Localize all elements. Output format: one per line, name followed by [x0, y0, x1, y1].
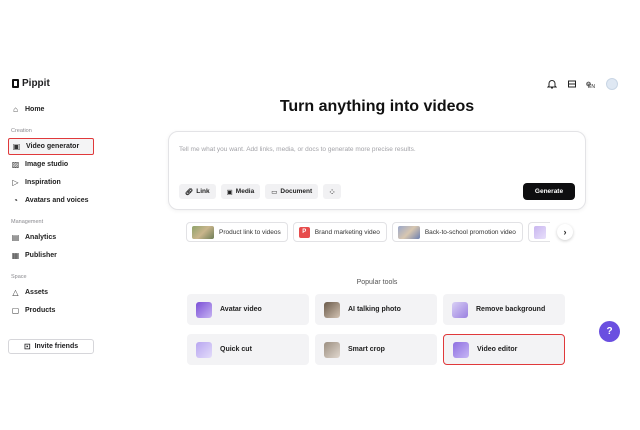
sidebar-item-label: Avatars and voices: [25, 197, 89, 204]
top-bar: Pippit EN: [0, 78, 640, 94]
suggestion-more[interactable]: [527, 222, 550, 242]
chevron-right-icon[interactable]: ›: [557, 224, 573, 240]
globe-icon[interactable]: EN: [586, 78, 598, 90]
sidebar-item-label: Analytics: [25, 234, 57, 241]
media-button[interactable]: ▣ Media: [220, 184, 261, 199]
sidebar-item-analytics[interactable]: ▤ Analytics: [8, 229, 94, 246]
help-icon: ?: [606, 326, 613, 337]
app-name: Pippit: [22, 78, 50, 89]
suggestion-label: Brand marketing video: [314, 228, 380, 236]
video-generator-icon: ▣: [12, 142, 21, 151]
avatar[interactable]: [606, 78, 618, 90]
tool-thumbnail: [452, 301, 468, 318]
help-button[interactable]: ?: [599, 321, 620, 342]
prompt-box[interactable]: Tell me what you want. Add links, media,…: [168, 131, 586, 210]
products-icon: ▢: [11, 306, 20, 315]
sidebar-item-image-studio[interactable]: ▨ Image studio: [8, 156, 94, 173]
sidebar-item-avatars-and-voices[interactable]: ◔ Avatars and voices: [8, 192, 94, 209]
sidebar-item-home[interactable]: ⌂ Home: [8, 101, 94, 118]
folder-icon: ▭: [271, 188, 278, 196]
popular-tools-heading: Popular tools: [356, 279, 398, 286]
pippit-logo-icon: [12, 79, 19, 88]
suggestion-thumbnail: [533, 225, 546, 239]
page-title: Turn anything into videos: [279, 98, 475, 115]
tool-label: Smart crop: [348, 346, 385, 353]
tool-smart-crop[interactable]: Smart crop: [315, 334, 437, 365]
suggestion-row: Product link to videos P Brand marketing…: [186, 222, 550, 242]
grid-icon: ⁘: [329, 188, 335, 196]
tool-ai-talking-photo[interactable]: AI talking photo: [315, 294, 437, 325]
media-icon: ▣: [226, 188, 233, 196]
sidebar-item-label: Publisher: [25, 252, 57, 259]
suggestion-label: Back-to-school promotion video: [424, 228, 516, 236]
media-label: Media: [235, 188, 255, 195]
section-label-management: Management: [11, 219, 44, 225]
suggestion-brand-marketing[interactable]: P Brand marketing video: [292, 222, 387, 242]
prompt-input[interactable]: Tell me what you want. Add links, media,…: [179, 146, 416, 153]
tool-thumbnail: [453, 341, 469, 358]
home-icon: ⌂: [13, 105, 18, 114]
tool-avatar-video[interactable]: Avatar video: [187, 294, 309, 325]
brand-badge: P: [298, 226, 310, 238]
invite-friends-button[interactable]: ⊡ Invite friends: [8, 339, 94, 354]
bell-icon[interactable]: [546, 78, 558, 90]
sidebar-item-label: Inspiration: [25, 179, 61, 186]
tool-thumbnail: [324, 341, 340, 358]
sidebar-item-products[interactable]: ▢ Products: [8, 302, 94, 319]
inspiration-icon: ▷: [12, 178, 19, 187]
suggestion-thumbnail: [192, 225, 214, 239]
section-label-space: Space: [11, 274, 27, 280]
link-label: Link: [196, 188, 210, 195]
generate-button[interactable]: Generate: [523, 183, 575, 200]
section-label-creation: Creation: [11, 128, 32, 134]
document-label: Document: [280, 188, 313, 195]
invite-friends-label: Invite friends: [34, 343, 79, 350]
sidebar-item-video-generator[interactable]: ▣ Video generator: [8, 138, 94, 155]
tool-label: Avatar video: [220, 306, 262, 313]
gift-icon: ⊡: [23, 342, 31, 351]
analytics-icon: ▤: [11, 233, 20, 242]
suggestion-product-link[interactable]: Product link to videos: [186, 222, 288, 242]
sidebar-item-publisher[interactable]: ▦ Publisher: [8, 247, 94, 264]
sidebar-item-label: Video generator: [26, 143, 80, 150]
tool-thumbnail: [324, 301, 340, 318]
tool-label: Quick cut: [220, 346, 252, 353]
avatars-icon: ◔: [13, 196, 18, 205]
image-studio-icon: ▨: [11, 160, 20, 169]
tool-remove-background[interactable]: Remove background: [443, 294, 565, 325]
suggestion-back-to-school[interactable]: Back-to-school promotion video: [391, 222, 523, 242]
tool-video-editor[interactable]: Video editor: [443, 334, 565, 365]
document-button[interactable]: ▭ Document: [265, 184, 319, 199]
app-logo[interactable]: Pippit: [12, 78, 50, 89]
assets-icon: △: [12, 288, 19, 297]
link-icon: 🔗︎: [185, 188, 194, 196]
suggestion-label: Product link to videos: [219, 228, 281, 236]
sidebar-item-inspiration[interactable]: ▷ Inspiration: [8, 174, 94, 191]
more-options-button[interactable]: ⁘: [323, 184, 342, 199]
sidebar-item-assets[interactable]: △ Assets: [8, 284, 94, 301]
link-button[interactable]: 🔗︎ Link: [179, 184, 216, 199]
tool-label: Video editor: [477, 346, 518, 353]
sidebar-item-label: Assets: [25, 289, 48, 296]
sidebar-item-label: Products: [25, 307, 56, 314]
sidebar-item-label: Home: [25, 106, 45, 113]
tool-thumbnail: [196, 301, 212, 318]
tool-label: Remove background: [476, 306, 546, 313]
suggestion-thumbnail: [397, 225, 420, 239]
language-badge: EN: [588, 84, 595, 90]
tool-quick-cut[interactable]: Quick cut: [187, 334, 309, 365]
sidebar-item-label: Image studio: [25, 161, 69, 168]
tool-thumbnail: [196, 341, 212, 358]
publisher-icon: ▦: [11, 251, 20, 260]
inbox-icon[interactable]: [566, 78, 578, 90]
tool-label: AI talking photo: [348, 306, 401, 313]
